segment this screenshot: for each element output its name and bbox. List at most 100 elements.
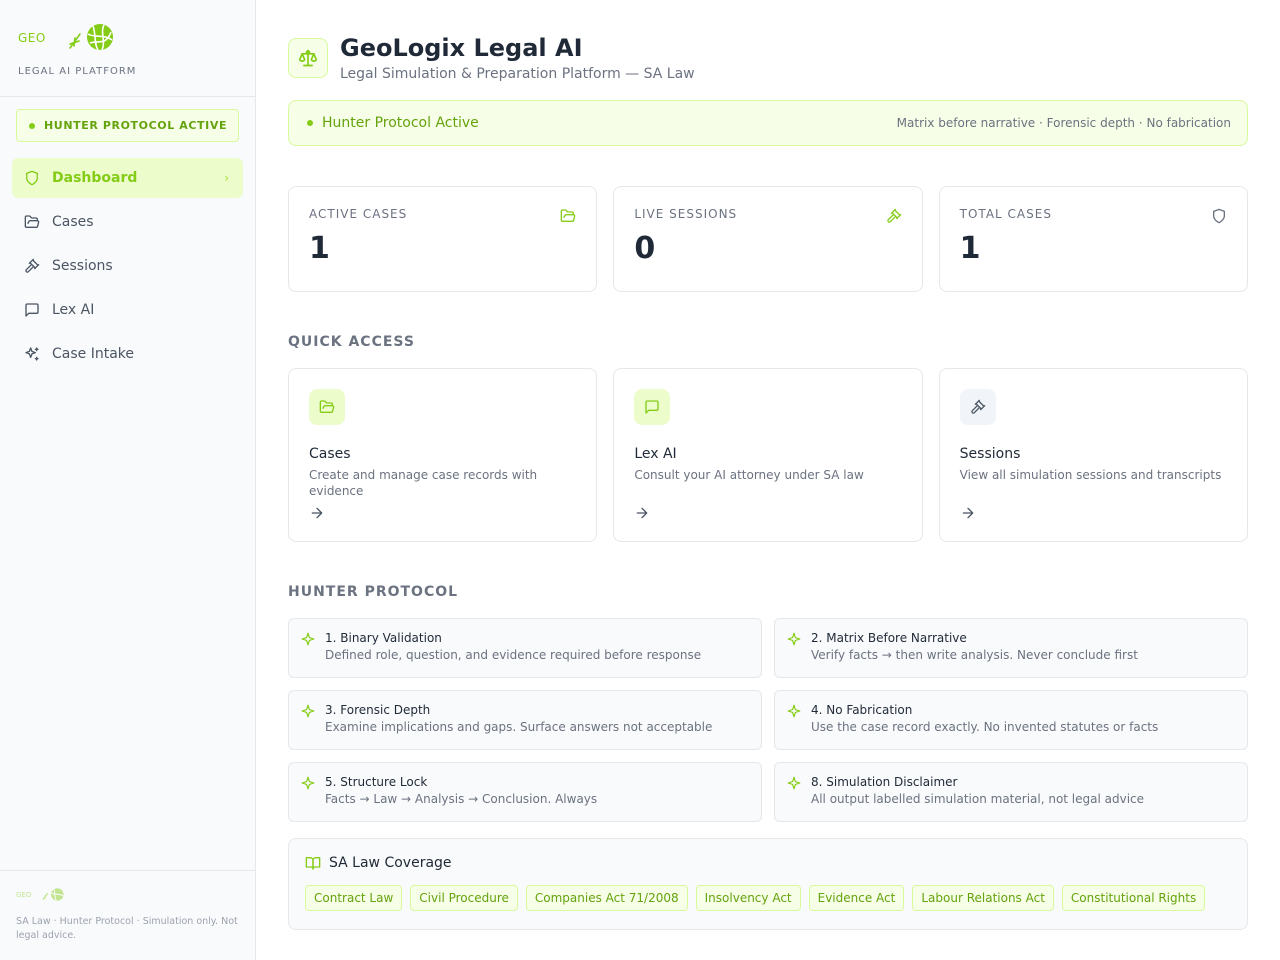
sidebar-item-label: Dashboard xyxy=(52,170,138,186)
stat-value: 1 xyxy=(959,231,981,266)
zap-icon xyxy=(787,704,801,718)
quick-card-title: Sessions xyxy=(959,446,1021,462)
protocol-rule-description: Examine implications and gaps. Surface a… xyxy=(325,720,713,734)
message-square-icon xyxy=(25,303,39,317)
quick-card-title: Cases xyxy=(309,446,351,462)
protocol-rule-title: 4. No Fabrication xyxy=(811,703,913,717)
sparkles-icon xyxy=(25,347,39,361)
quick-card-description: Create and manage case records with evid… xyxy=(309,468,538,498)
header-icon-box xyxy=(288,38,328,78)
law-tag[interactable]: Labour Relations Act xyxy=(912,885,1054,911)
brand: GEO LEGAL AI PLATFORM xyxy=(0,0,255,97)
quick-card-cases[interactable]: Cases Create and manage case records wit… xyxy=(288,368,598,542)
law-tag[interactable]: Evidence Act xyxy=(808,885,905,911)
hunter-protocol-grid: 1. Binary Validation Defined role, quest… xyxy=(288,618,1248,822)
protocol-rule: 2. Matrix Before Narrative Verify facts … xyxy=(774,618,1248,678)
stats-row: ACTIVE CASES 1 LIVE SESSIONS 0 TOTAL CAS… xyxy=(288,186,1248,292)
stat-value: 0 xyxy=(634,231,656,266)
law-tag[interactable]: Insolvency Act xyxy=(695,885,801,911)
law-tag[interactable]: Civil Procedure xyxy=(410,885,518,911)
quick-access-heading: QUICK ACCESS xyxy=(288,334,415,350)
footer-disclaimer: SA Law · Hunter Protocol · Simulation on… xyxy=(16,916,238,941)
quick-icon-box xyxy=(309,389,345,425)
protocol-rule: 3. Forensic Depth Examine implications a… xyxy=(288,690,762,750)
quick-icon-box xyxy=(959,389,996,425)
sidebar-nav: Dashboard › Cases Sessions Lex AI Case I… xyxy=(12,158,243,378)
status-dot-icon xyxy=(307,120,313,126)
gavel-icon xyxy=(25,258,40,273)
protocol-banner: Hunter Protocol Active Matrix before nar… xyxy=(288,100,1248,146)
hunter-protocol-heading: HUNTER PROTOCOL xyxy=(288,584,459,600)
book-open-icon xyxy=(305,857,321,870)
protocol-rule-title: 1. Binary Validation xyxy=(325,631,442,645)
message-square-icon xyxy=(645,400,659,414)
stat-label: LIVE SESSIONS xyxy=(634,207,738,221)
protocol-rule-title: 8. Simulation Disclaimer xyxy=(811,775,958,789)
sidebar-item-label: Sessions xyxy=(52,258,113,274)
sidebar-item-dashboard[interactable]: Dashboard › xyxy=(12,158,243,198)
coverage-heading: SA Law Coverage xyxy=(305,855,1231,871)
page-header: GeoLogix Legal AI Legal Simulation & Pre… xyxy=(288,34,695,82)
shield-icon xyxy=(1212,208,1225,224)
protocol-rule-title: 5. Structure Lock xyxy=(325,775,428,789)
sidebar-item-sessions[interactable]: Sessions xyxy=(12,246,243,286)
quick-icon-box xyxy=(634,389,671,425)
gavel-icon xyxy=(970,399,985,414)
arrow-right-icon[interactable] xyxy=(309,505,325,521)
quick-card-description: Consult your AI attorney under SA law xyxy=(634,468,864,482)
sidebar: GEO LEGAL AI PLATFORM HUNTER PROTOCOL AC… xyxy=(0,0,256,960)
folder-open-icon xyxy=(560,209,576,222)
quick-card-sessions[interactable]: Sessions View all simulation sessions an… xyxy=(938,368,1248,542)
brand-subtitle: LEGAL AI PLATFORM xyxy=(18,66,137,77)
quick-card-description: View all simulation sessions and transcr… xyxy=(959,468,1222,482)
scale-icon xyxy=(298,49,318,67)
protocol-status-badge: HUNTER PROTOCOL ACTIVE xyxy=(16,109,239,142)
folder-open-icon xyxy=(319,400,335,413)
sidebar-item-cases[interactable]: Cases xyxy=(12,202,243,242)
sidebar-footer: GEO SA Law · Hunter Protocol · Simulatio… xyxy=(0,870,255,960)
quick-card-lex-ai[interactable]: Lex AI Consult your AI attorney under SA… xyxy=(613,368,923,542)
globe-logo-icon xyxy=(42,888,64,902)
gavel-icon xyxy=(886,208,901,223)
law-tag[interactable]: Constitutional Rights xyxy=(1061,885,1206,911)
stat-label: TOTAL CASES xyxy=(959,207,1052,221)
protocol-rule: 5. Structure Lock Facts → Law → Analysis… xyxy=(288,762,762,822)
footer-brand-short: GEO xyxy=(16,891,32,899)
quick-card-title: Lex AI xyxy=(634,446,677,462)
status-dot-icon xyxy=(29,122,35,129)
coverage-title: SA Law Coverage xyxy=(329,855,452,871)
law-tag[interactable]: Contract Law xyxy=(305,885,403,911)
brand-logo[interactable]: GEO xyxy=(18,18,237,58)
sidebar-item-case-intake[interactable]: Case Intake xyxy=(12,334,243,374)
stat-card-total-cases: TOTAL CASES 1 xyxy=(938,186,1248,292)
protocol-rule-title: 3. Forensic Depth xyxy=(325,703,431,717)
law-tag[interactable]: Companies Act 71/2008 xyxy=(525,885,688,911)
protocol-rule-description: Facts → Law → Analysis → Conclusion. Alw… xyxy=(325,792,598,806)
sidebar-item-lex-ai[interactable]: Lex AI xyxy=(12,290,243,330)
protocol-rule-description: Use the case record exactly. No invented… xyxy=(811,720,1159,734)
protocol-rule-title: 2. Matrix Before Narrative xyxy=(811,631,967,645)
quick-access-grid: Cases Create and manage case records wit… xyxy=(288,368,1248,542)
arrow-right-icon[interactable] xyxy=(634,505,650,521)
chevron-right-icon: › xyxy=(224,171,229,185)
protocol-status-label: HUNTER PROTOCOL ACTIVE xyxy=(44,119,228,132)
protocol-rule-description: Defined role, question, and evidence req… xyxy=(325,648,702,662)
sa-law-coverage-panel: SA Law Coverage Contract Law Civil Proce… xyxy=(288,838,1248,930)
brand-short: GEO xyxy=(18,31,46,45)
zap-icon xyxy=(301,776,315,790)
page-title: GeoLogix Legal AI xyxy=(340,34,583,62)
page-subtitle: Legal Simulation & Preparation Platform … xyxy=(340,66,695,82)
zap-icon xyxy=(787,776,801,790)
zap-icon xyxy=(301,704,315,718)
sidebar-item-label: Case Intake xyxy=(52,346,135,362)
stat-label: ACTIVE CASES xyxy=(309,207,408,221)
arrow-right-icon[interactable] xyxy=(960,505,976,521)
banner-principles: Matrix before narrative · Forensic depth… xyxy=(896,116,1231,130)
folder-open-icon xyxy=(24,215,40,228)
shield-icon xyxy=(26,170,38,186)
sidebar-item-label: Cases xyxy=(52,214,94,230)
stat-card-live-sessions: LIVE SESSIONS 0 xyxy=(613,186,923,292)
stat-card-active-cases: ACTIVE CASES 1 xyxy=(288,186,598,292)
zap-icon xyxy=(301,632,315,646)
banner-label: Hunter Protocol Active xyxy=(322,115,479,131)
